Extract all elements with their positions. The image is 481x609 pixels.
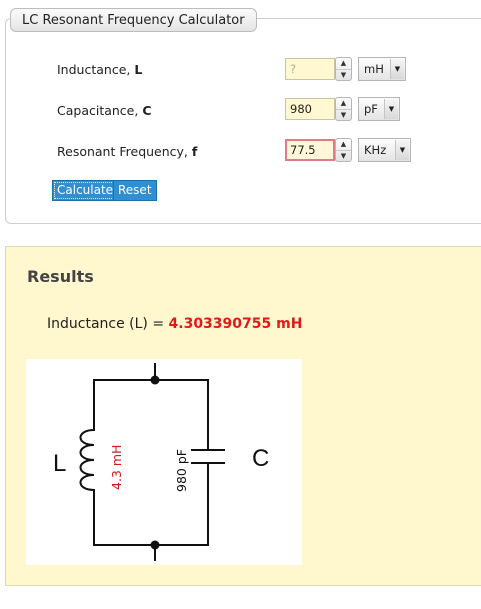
frequency-spinner[interactable]: ▲ ▼: [335, 138, 352, 162]
dropdown-arrow-icon[interactable]: ▼: [395, 140, 409, 160]
capacitor-symbol-label: C: [252, 445, 269, 472]
capacitance-unit-value: pF: [364, 102, 378, 116]
results-panel: Results Inductance (L) = 4.303390755 mH: [5, 246, 481, 586]
capacitance-label: Capacitance, C: [57, 103, 152, 118]
reset-button[interactable]: Reset: [113, 180, 157, 201]
capacitance-label-text: Capacitance,: [57, 103, 143, 118]
capacitor-value-label: 980 pF: [174, 449, 189, 492]
inductor-coil: [79, 428, 96, 492]
frequency-input[interactable]: [285, 139, 335, 161]
inductor-symbol-label: L: [53, 450, 66, 477]
inductor-value-label: 4.3 mH: [109, 445, 124, 490]
lc-circuit-diagram: L C 4.3 mH 980 pF: [26, 359, 302, 565]
frequency-unit-value: KHz: [364, 143, 387, 157]
inductance-unit-select[interactable]: mH ▼: [358, 57, 406, 81]
inductance-unit-value: mH: [364, 62, 384, 76]
spin-down-icon[interactable]: ▼: [336, 110, 351, 121]
calculator-title: LC Resonant Frequency Calculator: [10, 8, 257, 32]
result-line: Inductance (L) = 4.303390755 mH: [47, 316, 302, 332]
spin-up-icon[interactable]: ▲: [336, 98, 351, 110]
bottom-junction-dot: [150, 540, 160, 550]
frequency-unit-select[interactable]: KHz ▼: [358, 138, 411, 162]
capacitance-unit-select[interactable]: pF ▼: [358, 97, 400, 121]
result-value: 4.303390755 mH: [168, 316, 303, 332]
frequency-label-text: Resonant Frequency,: [57, 144, 192, 159]
inductance-symbol: L: [134, 62, 143, 77]
inductance-input[interactable]: [285, 58, 335, 80]
spin-up-icon[interactable]: ▲: [336, 139, 351, 151]
inductance-spinner[interactable]: ▲ ▼: [335, 57, 352, 81]
capacitance-symbol: C: [142, 103, 152, 118]
inductance-label: Inductance, L: [57, 62, 142, 77]
dropdown-arrow-icon[interactable]: ▼: [390, 59, 404, 79]
results-heading: Results: [27, 267, 94, 286]
capacitance-spinner[interactable]: ▲ ▼: [335, 97, 352, 121]
capacitance-input[interactable]: [285, 98, 335, 120]
calculate-button[interactable]: Calculate: [52, 180, 119, 201]
spin-down-icon[interactable]: ▼: [336, 151, 351, 162]
top-junction-dot: [150, 375, 160, 385]
dropdown-arrow-icon[interactable]: ▼: [384, 99, 398, 119]
inductance-label-text: Inductance,: [57, 62, 135, 77]
result-prefix: Inductance (L) =: [47, 316, 169, 332]
spin-up-icon[interactable]: ▲: [336, 58, 351, 70]
frequency-label: Resonant Frequency, f: [57, 144, 197, 159]
frequency-symbol: f: [191, 144, 198, 159]
spin-down-icon[interactable]: ▼: [336, 70, 351, 81]
